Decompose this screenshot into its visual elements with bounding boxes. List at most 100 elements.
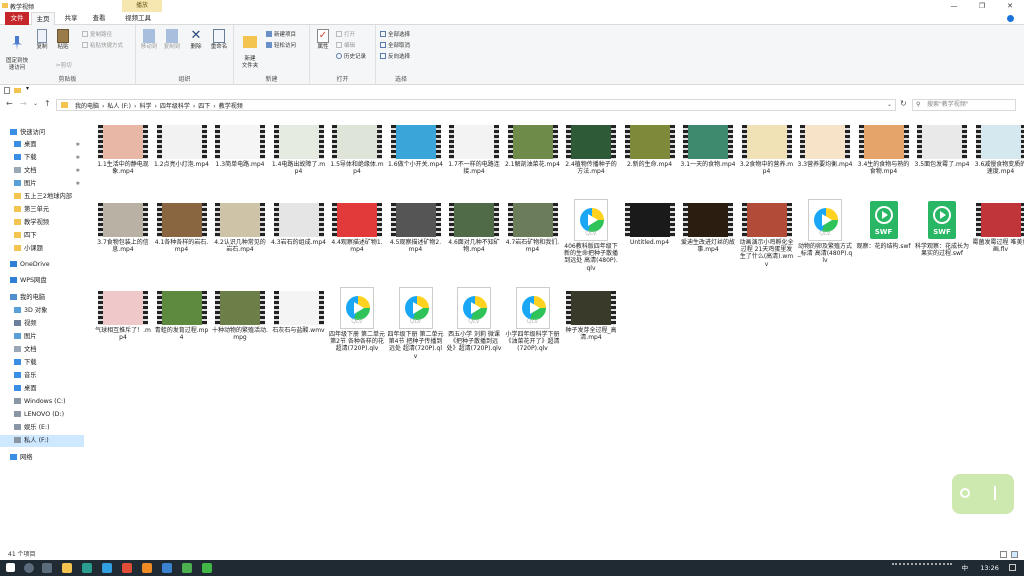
select-none-button[interactable]: 全部取消 — [380, 41, 410, 49]
file-item[interactable]: 种子发芽全过程_高清.mp4 — [562, 287, 620, 363]
breadcrumb-item[interactable]: 私人 (F:) — [107, 103, 131, 110]
nav-item[interactable]: 3D 对象 — [0, 305, 84, 317]
search-input[interactable]: ⚲ 搜索"教学视频" — [912, 99, 1016, 111]
breadcrumb-item[interactable]: 科学 — [139, 103, 151, 110]
nav-item[interactable]: 下载 ✱ — [0, 152, 84, 164]
open-button[interactable]: 打开 — [336, 30, 355, 38]
properties-icon[interactable] — [4, 87, 10, 94]
app-icon-3[interactable] — [122, 563, 132, 573]
move-to-button[interactable]: 移动到 — [139, 29, 159, 51]
chevron-down-icon[interactable]: ▾ — [26, 85, 29, 92]
file-item[interactable]: 爱迪生改进灯丝的故事.mp4 — [679, 199, 737, 275]
copy-button[interactable]: 复制 — [34, 29, 50, 51]
file-item[interactable]: SWF 观察：花的结构.swf — [855, 199, 913, 275]
file-item[interactable]: 4.6面对几种不知矿物.mp4 — [445, 199, 503, 275]
paste-shortcut-button[interactable]: 粘贴快捷方式 — [82, 41, 123, 49]
nav-item[interactable]: 文档 ✱ — [0, 165, 84, 177]
file-item[interactable]: 动画演示小鸡孵化全过程 21天鸡蛋里发生了什么(高清).wmv — [738, 199, 796, 275]
ime-indicator[interactable]: 中 — [962, 564, 969, 572]
nav-item[interactable]: Windows (C:) — [0, 396, 84, 408]
app-icon-1[interactable] — [82, 563, 92, 573]
back-icon[interactable]: ← — [6, 99, 13, 108]
file-item[interactable]: 十种动物的繁殖活动.mpg — [211, 287, 269, 363]
breadcrumb-separator-icon[interactable]: › — [102, 103, 104, 110]
nav-item[interactable]: 第三单元 — [0, 204, 84, 216]
windows-start-icon[interactable] — [6, 563, 15, 572]
breadcrumb-separator-icon[interactable]: › — [154, 103, 156, 110]
file-item[interactable]: QLV 406教科版四年级下新的生命把种子散播到远处 高清(480P).qlv — [562, 199, 620, 275]
file-item[interactable]: 青蛙的发育过程.mp4 — [153, 287, 211, 363]
notification-icon[interactable] — [1009, 564, 1016, 571]
breadcrumb-item[interactable]: 四年级科学 — [160, 103, 190, 110]
chevron-down-icon[interactable]: ⌄ — [887, 101, 892, 108]
nav-item[interactable]: 桌面 — [0, 383, 84, 395]
breadcrumb-item[interactable]: 我的电脑 — [75, 103, 99, 110]
floating-widget[interactable] — [952, 474, 1014, 514]
easy-access-button[interactable]: 轻松访问 — [266, 41, 296, 49]
file-item[interactable]: QLV 动物的卵及繁殖方式_标清 高清(480P).qlv — [796, 199, 854, 275]
pin-quick-access-button[interactable]: 固定到快 速访问 — [3, 29, 31, 72]
forward-icon[interactable]: → — [20, 99, 27, 108]
breadcrumb-separator-icon[interactable]: › — [134, 103, 136, 110]
tray-icons[interactable] — [891, 563, 952, 569]
nav-item[interactable]: 娱乐 (E:) — [0, 422, 84, 434]
nav-item[interactable]: 视频 — [0, 318, 84, 330]
address-bar[interactable]: 我的电脑 › 私人 (F:) › 科学 › 四年级科学 › 四下 › 教学视频 ⌄ — [56, 99, 896, 111]
tab-file[interactable]: 文件 — [5, 12, 29, 25]
file-item[interactable]: QLV 西五小学 刘莉 微课《把种子散播到远处》超清(720P).qlv — [445, 287, 503, 375]
breadcrumb-separator-icon[interactable]: › — [193, 103, 195, 110]
file-item[interactable]: 4.7岩石矿物和我们.mp4 — [504, 199, 562, 275]
clock[interactable]: 13:26 — [980, 564, 999, 572]
nav-item[interactable]: OneDrive — [0, 259, 84, 271]
file-item[interactable]: QLV 小学四年级科学下册《油菜花开了》超清(720P).qlv — [504, 287, 562, 375]
nav-item[interactable]: 图片 ✱ — [0, 178, 84, 190]
nav-item[interactable]: 音乐 — [0, 370, 84, 382]
file-item[interactable]: 3.3营养要均衡.mp4 — [796, 121, 854, 197]
nav-item[interactable]: 私人 (F:) — [0, 435, 84, 447]
new-folder-button[interactable]: 新建 文件夹 — [238, 29, 262, 70]
cut-button[interactable]: ✂剪切 — [56, 61, 72, 69]
file-item[interactable]: 1.1生活中的静电现象.mp4 — [94, 121, 152, 197]
file-item[interactable]: 3.7食物包装上的信息.mp4 — [94, 199, 152, 275]
file-item[interactable]: 4.5观察描述矿物2.mp4 — [387, 199, 445, 275]
app-icon-5[interactable] — [162, 563, 172, 573]
nav-item[interactable]: 下载 — [0, 357, 84, 369]
file-item[interactable]: 气球相互推斥了！.mp4 — [94, 287, 152, 363]
file-item[interactable]: 2.1解剖油菜花.mp4 — [504, 121, 562, 197]
wechat-icon[interactable] — [202, 563, 212, 573]
select-all-button[interactable]: 全部选择 — [380, 30, 410, 38]
copy-path-button[interactable]: 复制路径 — [82, 30, 112, 38]
file-item[interactable]: 2.新的生命.mp4 — [621, 121, 679, 197]
edit-button[interactable]: 编辑 — [336, 41, 355, 49]
properties-button[interactable]: ✓ 属性 — [314, 29, 332, 51]
file-item[interactable]: QLV 四年级下册 第二单元第2节 各种各样的花 超清(720P).qlv — [328, 287, 386, 375]
nav-item[interactable]: LENOVO (D:) — [0, 409, 84, 421]
nav-item[interactable]: 快速访问 — [0, 127, 84, 139]
tab-home[interactable]: 主页 — [31, 12, 55, 25]
details-view-button[interactable] — [1000, 551, 1008, 558]
tab-video-tools[interactable]: 视频工具 — [118, 12, 158, 25]
file-item[interactable]: 1.4电路出故障了.mp4 — [270, 121, 328, 197]
nav-item[interactable]: 文档 — [0, 344, 84, 356]
file-item[interactable]: QLV 四年级下册 第二单元第4节 把种子传播到远处 超清(720P).qlv — [387, 287, 445, 375]
history-button[interactable]: 历史记录 — [336, 52, 366, 60]
file-item[interactable]: 2.4植物传播种子的方法.mp4 — [562, 121, 620, 197]
invert-selection-button[interactable]: 反向选择 — [380, 52, 410, 60]
maximize-button[interactable]: ❐ — [968, 0, 996, 12]
refresh-icon[interactable]: ↻ — [900, 99, 907, 108]
nav-item[interactable]: 四下 — [0, 230, 84, 242]
file-item[interactable]: Untitled.mp4 — [621, 199, 679, 275]
paste-button[interactable]: 粘贴 — [55, 29, 71, 51]
nav-item[interactable]: 教学视频 — [0, 217, 84, 229]
copy-to-button[interactable]: 复制到 — [162, 29, 182, 51]
file-item[interactable]: 1.5导体和绝缘体.mp4 — [328, 121, 386, 197]
app-icon-2[interactable] — [102, 563, 112, 573]
close-button[interactable]: ✕ — [996, 0, 1024, 12]
icons-view-button[interactable] — [1011, 551, 1018, 558]
nav-item[interactable]: 图片 — [0, 331, 84, 343]
tab-view[interactable]: 查看 — [87, 12, 111, 25]
file-item[interactable]: 霉菌发霉过程 唯美如画.flv — [972, 199, 1024, 275]
app-icon-6[interactable] — [182, 563, 192, 573]
breadcrumb-item[interactable]: 教学视频 — [219, 103, 243, 110]
file-item[interactable]: SWF 科学观察：花成长为果实的过程.swf — [913, 199, 971, 275]
